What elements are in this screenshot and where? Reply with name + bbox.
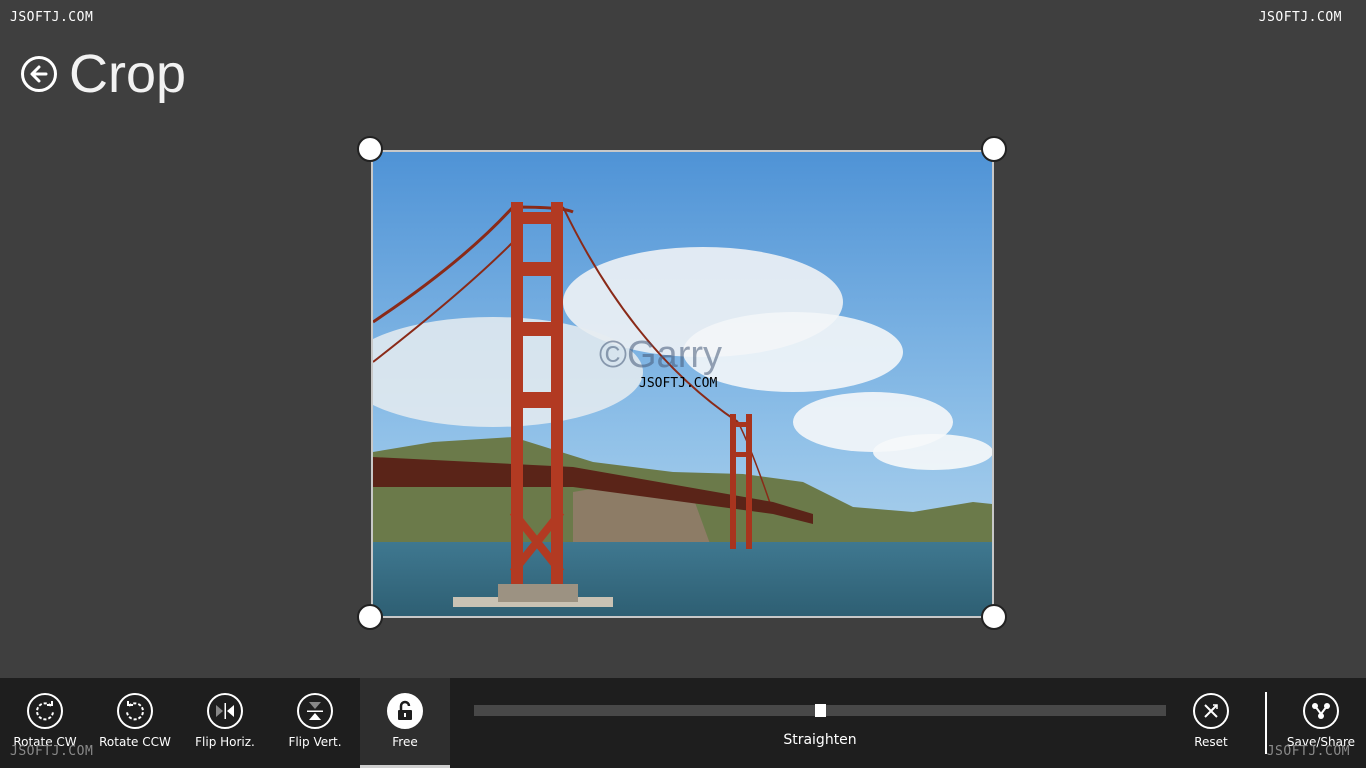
- rotate-ccw-button[interactable]: Rotate CCW: [90, 678, 180, 768]
- watermark-bottom-left: JSOFTJ.COM: [10, 744, 94, 759]
- crop-handle-top-right[interactable]: [981, 136, 1007, 162]
- watermark-top-left: JSOFTJ.COM: [10, 10, 94, 25]
- straighten-label: Straighten: [783, 732, 857, 748]
- crop-photo[interactable]: ©Garry JSOFTJ.COM: [371, 150, 994, 618]
- app-bar: Rotate CW Rotate CCW Flip Horiz. Flip Ve…: [0, 678, 1366, 768]
- crop-handle-top-left[interactable]: [357, 136, 383, 162]
- page-title: Crop: [69, 44, 187, 104]
- flip-vertical-label: Flip Vert.: [288, 735, 342, 749]
- crop-handle-bottom-right[interactable]: [981, 604, 1007, 630]
- flip-horizontal-icon: [207, 693, 243, 729]
- photo-copyright-text: ©Garry: [599, 334, 722, 376]
- watermark-bottom-right: JSOFTJ.COM: [1266, 744, 1350, 759]
- rotate-cw-icon: [27, 693, 63, 729]
- page-header: Crop: [21, 44, 186, 104]
- rotate-ccw-icon: [117, 693, 153, 729]
- share-icon: [1303, 693, 1339, 729]
- photo-watermark: JSOFTJ.COM: [639, 376, 718, 391]
- reset-icon: [1193, 693, 1229, 729]
- flip-vertical-button[interactable]: Flip Vert.: [270, 678, 360, 768]
- crop-handle-bottom-left[interactable]: [357, 604, 383, 630]
- reset-label: Reset: [1194, 735, 1228, 749]
- back-button[interactable]: [21, 56, 57, 92]
- back-arrow-icon: [30, 65, 48, 83]
- straighten-slider-thumb[interactable]: [814, 704, 826, 717]
- watermark-top-right: JSOFTJ.COM: [1258, 10, 1342, 25]
- straighten-control: Straighten: [474, 704, 1166, 748]
- reset-button[interactable]: Reset: [1166, 678, 1256, 768]
- free-aspect-button[interactable]: Free: [360, 678, 450, 768]
- flip-horizontal-button[interactable]: Flip Horiz.: [180, 678, 270, 768]
- rotate-ccw-label: Rotate CCW: [99, 735, 171, 749]
- free-aspect-label: Free: [392, 735, 418, 749]
- flip-vertical-icon: [297, 693, 333, 729]
- unlock-icon: [387, 693, 423, 729]
- flip-horizontal-label: Flip Horiz.: [195, 735, 255, 749]
- straighten-slider[interactable]: [474, 704, 1166, 717]
